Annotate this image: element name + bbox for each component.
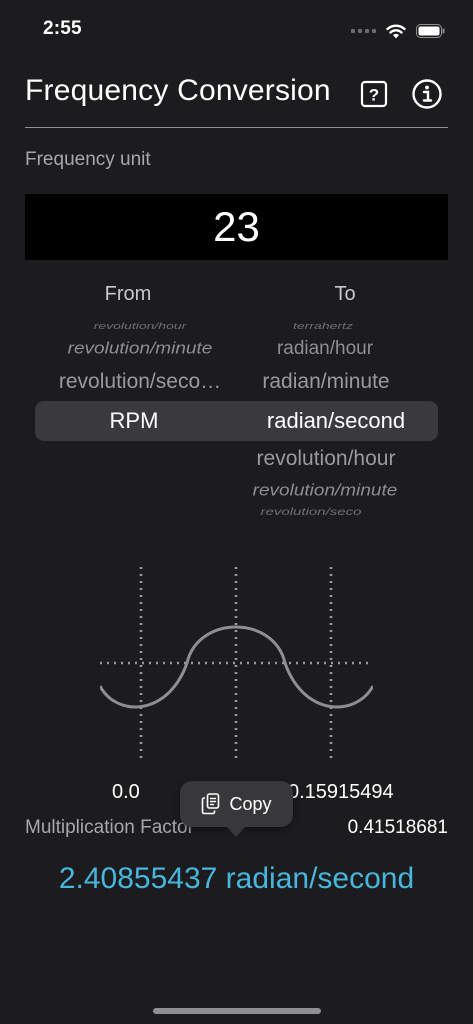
page-title: Frequency Conversion <box>25 74 331 107</box>
wave-chart <box>100 567 373 763</box>
result-text[interactable]: 2.40855437 radian/second <box>0 862 473 896</box>
to-label: To <box>334 283 356 305</box>
to-option[interactable]: revolution/minute <box>225 482 425 502</box>
copy-button[interactable]: Copy <box>180 781 293 827</box>
chart-left-value: 0.0 <box>112 781 140 803</box>
status-time: 2:55 <box>43 18 82 39</box>
from-option[interactable]: revolution/hour <box>40 321 240 334</box>
multiplication-factor-label: Multiplication Factor <box>25 817 194 838</box>
to-option-selected[interactable]: radian/second <box>236 408 436 436</box>
wifi-icon <box>386 24 406 38</box>
from-option-selected[interactable]: RPM <box>34 408 234 436</box>
frequency-unit-label: Frequency unit <box>25 149 151 170</box>
from-option[interactable]: revolution/minute <box>40 340 240 360</box>
to-option[interactable]: radian/minute <box>226 370 426 396</box>
copy-popup-arrow <box>226 826 246 837</box>
from-label: From <box>104 283 152 305</box>
info-button[interactable] <box>410 77 444 111</box>
status-icons <box>351 18 445 44</box>
home-indicator[interactable] <box>153 1008 321 1014</box>
cellular-signal-icon <box>351 29 376 33</box>
multiplication-factor-value: 0.41518681 <box>347 817 448 838</box>
copy-icon <box>202 793 220 815</box>
header-divider <box>25 127 448 128</box>
chart-right-value: 0.15915494 <box>288 781 394 803</box>
copy-label: Copy <box>229 793 272 814</box>
to-option[interactable]: radian/hour <box>225 338 425 362</box>
from-option[interactable]: revolution/seco… <box>40 370 240 396</box>
value-input[interactable] <box>25 194 448 260</box>
svg-text:?: ? <box>369 86 379 105</box>
to-option[interactable]: terrahertz <box>223 321 423 334</box>
help-button[interactable]: ? <box>359 79 389 109</box>
to-option[interactable]: revolution/hour <box>226 447 426 473</box>
to-option[interactable]: revolution/seco <box>211 506 411 516</box>
battery-icon <box>416 24 445 38</box>
